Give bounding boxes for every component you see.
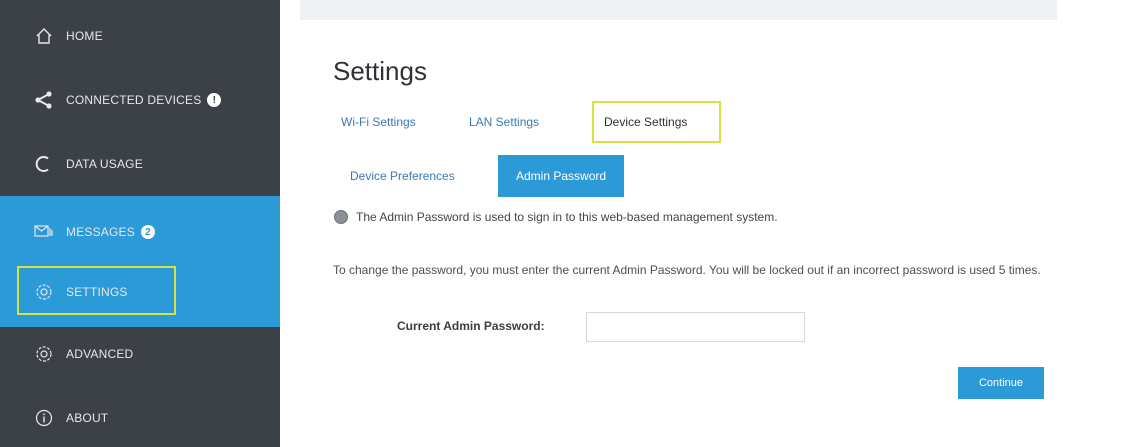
message-count-badge: 2 xyxy=(140,225,155,239)
share-icon xyxy=(34,90,54,110)
data-usage-icon xyxy=(34,154,54,174)
device-settings-highlight-box xyxy=(592,101,721,143)
tab-admin-password[interactable]: Admin Password xyxy=(498,155,625,197)
home-icon xyxy=(34,26,54,46)
sidebar-item-connected-devices[interactable]: CONNECTED DEVICES ! xyxy=(0,74,280,126)
top-strip xyxy=(300,0,1057,20)
tab-device-preferences[interactable]: Device Preferences xyxy=(350,155,455,197)
tab-wifi-settings[interactable]: Wi-Fi Settings xyxy=(341,115,416,129)
current-password-label: Current Admin Password: xyxy=(397,319,545,333)
current-password-input[interactable] xyxy=(586,312,805,342)
gear-icon xyxy=(34,344,54,364)
sidebar-item-home[interactable]: HOME xyxy=(0,10,280,62)
admin-password-info: The Admin Password is used to sign in to… xyxy=(356,210,778,224)
message-icon xyxy=(34,222,54,242)
sidebar-item-label: ABOUT xyxy=(66,411,109,425)
sidebar-item-messages[interactable]: MESSAGES 2 xyxy=(0,206,280,258)
settings-highlight-box xyxy=(17,266,176,315)
sidebar-item-data-usage[interactable]: DATA USAGE xyxy=(0,138,280,190)
sidebar-item-about[interactable]: ABOUT xyxy=(0,392,280,444)
tab-lan-settings[interactable]: LAN Settings xyxy=(469,115,539,129)
sidebar-item-label: MESSAGES xyxy=(66,225,135,239)
password-help-text: To change the password, you must enter t… xyxy=(333,263,1041,277)
sidebar-item-label: HOME xyxy=(66,29,103,43)
sidebar-item-label: ADVANCED xyxy=(66,347,134,361)
page-title: Settings xyxy=(333,56,427,86)
alert-badge: ! xyxy=(207,93,222,107)
info-icon xyxy=(34,408,54,428)
continue-button[interactable]: Continue xyxy=(958,367,1044,399)
sidebar-item-label: DATA USAGE xyxy=(66,157,143,171)
info-dot-icon xyxy=(334,210,348,224)
sidebar-item-label: CONNECTED DEVICES xyxy=(66,93,202,107)
sidebar-item-advanced[interactable]: ADVANCED xyxy=(0,328,280,380)
